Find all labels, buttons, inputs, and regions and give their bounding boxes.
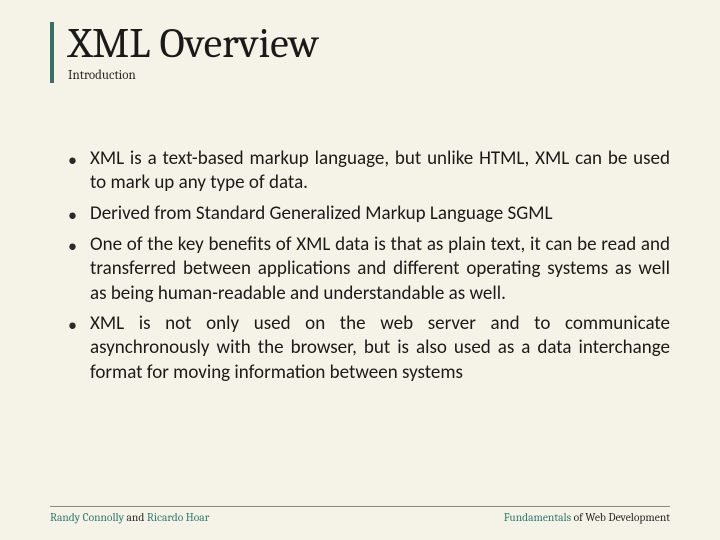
list-item: • XML is a text-based markup language, b… <box>68 147 670 196</box>
list-item: • Derived from Standard Generalized Mark… <box>68 202 670 227</box>
author-name: Randy Connolly <box>50 511 124 524</box>
bullet-icon: • <box>68 202 90 227</box>
bullet-icon: • <box>68 312 90 385</box>
list-item: • XML is not only used on the web server… <box>68 312 670 385</box>
footer: Randy Connolly and Ricardo Hoar Fundamen… <box>50 506 670 524</box>
bullet-icon: • <box>68 233 90 306</box>
bullet-text: XML is a text-based markup language, but… <box>90 147 670 196</box>
content-area: • XML is a text-based markup language, b… <box>50 147 670 391</box>
bullet-text: XML is not only used on the web server a… <box>90 312 670 385</box>
footer-left: Randy Connolly and Ricardo Hoar <box>50 511 209 524</box>
bullet-text: Derived from Standard Generalized Markup… <box>90 202 670 227</box>
book-title-part: Fundamentals <box>504 511 571 524</box>
author-name: Ricardo Hoar <box>147 511 209 524</box>
slide-subtitle: Introduction <box>68 68 670 83</box>
footer-right: Fundamentals of Web Development <box>504 511 670 524</box>
list-item: • One of the key benefits of XML data is… <box>68 233 670 306</box>
title-block: XML Overview Introduction <box>50 22 670 83</box>
bullet-text: One of the key benefits of XML data is t… <box>90 233 670 306</box>
slide-title: XML Overview <box>68 22 670 66</box>
slide: XML Overview Introduction • XML is a tex… <box>0 0 720 540</box>
footer-text: and <box>124 511 147 524</box>
bullet-icon: • <box>68 147 90 196</box>
book-title-part: of Web Development <box>571 511 670 524</box>
